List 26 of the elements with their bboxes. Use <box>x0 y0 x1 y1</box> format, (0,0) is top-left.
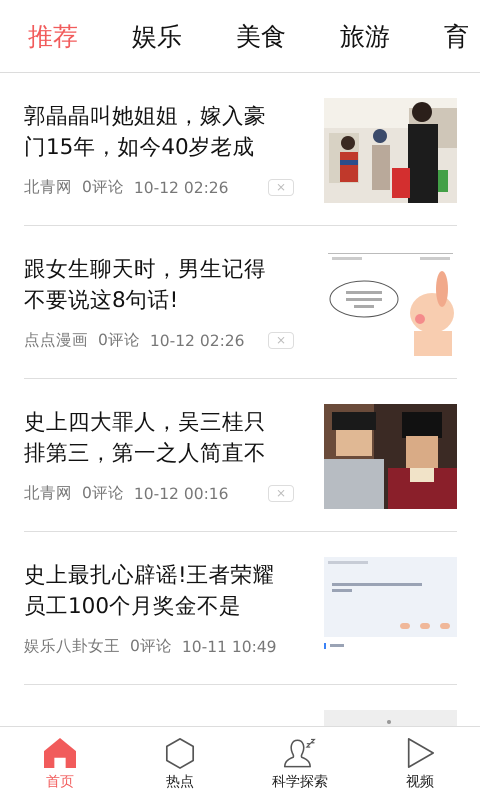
publish-time: 10-12 00:16 <box>134 484 229 502</box>
article-title[interactable]: 跟女生聊天时，男生记得不要说这8句话! <box>24 254 286 316</box>
article-title[interactable]: 史上最扎心辟谣!王者荣耀员工100个月奖金不是 <box>24 560 286 622</box>
home-icon <box>43 736 77 768</box>
hexagon-icon <box>163 736 197 768</box>
category-tab[interactable]: 娱乐 <box>132 20 182 52</box>
category-tab[interactable]: 育 <box>444 20 469 52</box>
article-title[interactable]: 郭晶晶叫她姐姐，嫁入豪门15年，如今40岁老成 <box>24 101 286 163</box>
publish-time: 10-11 10:49 <box>182 638 277 656</box>
person-icon <box>283 736 317 768</box>
category-tab[interactable]: 美食 <box>236 20 286 52</box>
nav-tab[interactable]: 视频 <box>360 727 480 800</box>
category-tab[interactable]: 旅游 <box>340 20 390 52</box>
article-source: 北青网 <box>24 483 72 504</box>
nav-tab[interactable]: 科学探索 <box>240 727 360 800</box>
article-title[interactable]: 史上四大罪人，吴三桂只排第三，第一之人简直不 <box>24 407 286 469</box>
comment-count: 0评论 <box>82 483 124 504</box>
comment-count: 0评论 <box>82 177 124 198</box>
article-source: 点点漫画 <box>24 330 88 351</box>
publish-time: 10-12 02:26 <box>150 332 245 350</box>
publish-time: 10-12 02:26 <box>134 178 229 196</box>
article-source: 娱乐八卦女王 <box>24 636 120 657</box>
comment-count: 0评论 <box>98 330 140 351</box>
article-source: 北青网 <box>24 177 72 198</box>
comment-count: 0评论 <box>130 636 172 657</box>
nav-tab[interactable]: 热点 <box>120 727 240 800</box>
